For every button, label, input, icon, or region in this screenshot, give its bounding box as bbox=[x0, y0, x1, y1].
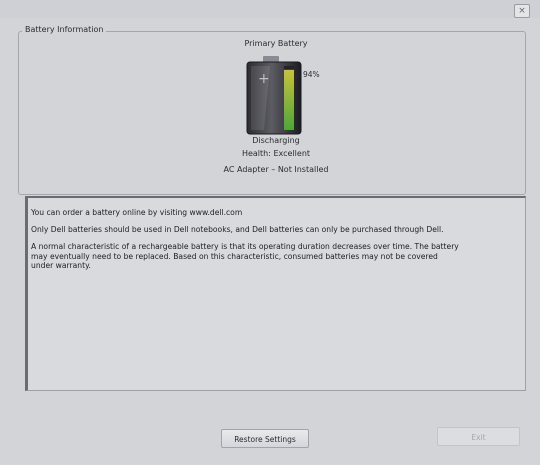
battery-status: Discharging bbox=[252, 136, 300, 145]
primary-battery-label: Primary Battery bbox=[244, 39, 308, 48]
exit-button[interactable]: Exit bbox=[437, 427, 520, 446]
dell-only-text: Only Dell batteries should be used in De… bbox=[31, 225, 444, 234]
battery-message-panel: You can order a battery online by visiti… bbox=[25, 196, 526, 391]
battery-terminal bbox=[263, 56, 279, 62]
characteristic-text-line-2: may eventually need to be replaced. Base… bbox=[31, 251, 438, 261]
battery-charge-fill bbox=[284, 69, 294, 130]
order-online-text: You can order a battery online by visiti… bbox=[31, 208, 243, 217]
characteristic-text-line-3: under warranty. bbox=[31, 261, 91, 271]
characteristic-text-line-1: A normal characteristic of a rechargeabl… bbox=[31, 242, 459, 251]
battery-icon: + bbox=[246, 56, 302, 135]
ac-adapter-status: AC Adapter – Not Installed bbox=[223, 165, 329, 174]
svg-text:+: + bbox=[258, 71, 270, 87]
restore-settings-button[interactable]: Restore Settings bbox=[221, 429, 309, 448]
title-bar: × bbox=[0, 0, 540, 18]
group-title: Battery Information bbox=[22, 25, 107, 34]
charge-percent-label: 94% bbox=[303, 70, 320, 79]
battery-health: Health: Excellent bbox=[241, 149, 311, 158]
close-icon[interactable]: × bbox=[514, 4, 530, 18]
